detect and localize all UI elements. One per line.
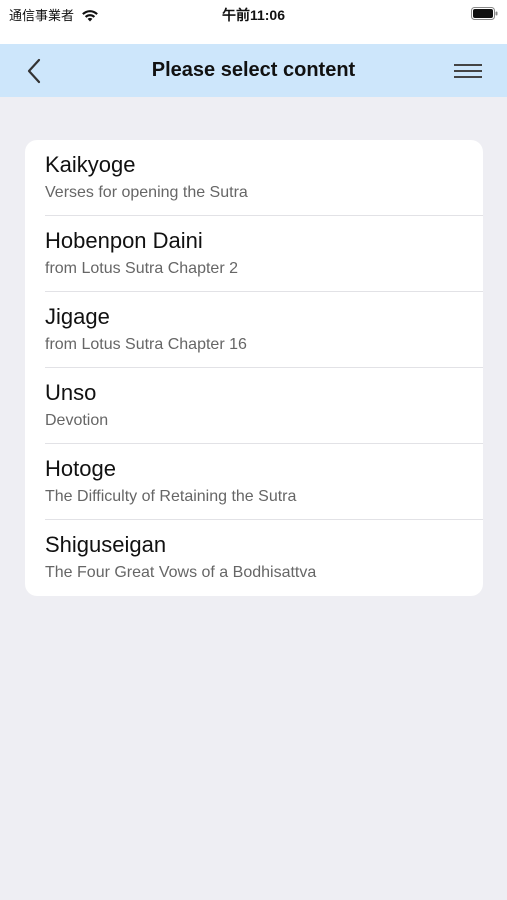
item-subtitle: Devotion xyxy=(45,412,109,429)
item-title: Kaikyoge xyxy=(45,152,136,177)
menu-button[interactable] xyxy=(451,56,485,86)
item-subtitle: from Lotus Sutra Chapter 16 xyxy=(45,336,247,353)
item-subtitle: Verses for opening the Sutra xyxy=(45,184,248,201)
page-title: Please select content xyxy=(151,59,356,81)
battery-icon xyxy=(471,7,498,20)
list-item-unso[interactable]: Unso Devotion xyxy=(25,368,483,444)
list-item-shiguseigan[interactable]: Shiguseigan The Four Great Vows of a Bod… xyxy=(25,520,483,596)
item-title: Jigage xyxy=(45,304,110,329)
item-subtitle: from Lotus Sutra Chapter 2 xyxy=(45,260,238,277)
content-list: Kaikyoge Verses for opening the Sutra Ho… xyxy=(25,140,483,596)
navigation-bar: Please select content xyxy=(0,44,507,97)
hamburger-menu-icon xyxy=(454,64,482,78)
status-bar: 通信事業者 午前11:06 xyxy=(0,0,507,44)
list-item-kaikyoge[interactable]: Kaikyoge Verses for opening the Sutra xyxy=(25,140,483,216)
list-item-hotoge[interactable]: Hotoge The Difficulty of Retaining the S… xyxy=(25,444,483,520)
item-title: Hobenpon Daini xyxy=(45,228,203,253)
item-title: Unso xyxy=(45,380,97,405)
list-item-jigage[interactable]: Jigage from Lotus Sutra Chapter 16 xyxy=(25,292,483,368)
list-item-hobenpon-daini[interactable]: Hobenpon Daini from Lotus Sutra Chapter … xyxy=(25,216,483,292)
item-subtitle: The Four Great Vows of a Bodhisattva xyxy=(45,564,317,581)
status-time: 午前11:06 xyxy=(221,7,286,23)
item-subtitle: The Difficulty of Retaining the Sutra xyxy=(45,488,297,505)
item-title: Hotoge xyxy=(45,456,116,481)
item-title: Shiguseigan xyxy=(45,532,167,557)
